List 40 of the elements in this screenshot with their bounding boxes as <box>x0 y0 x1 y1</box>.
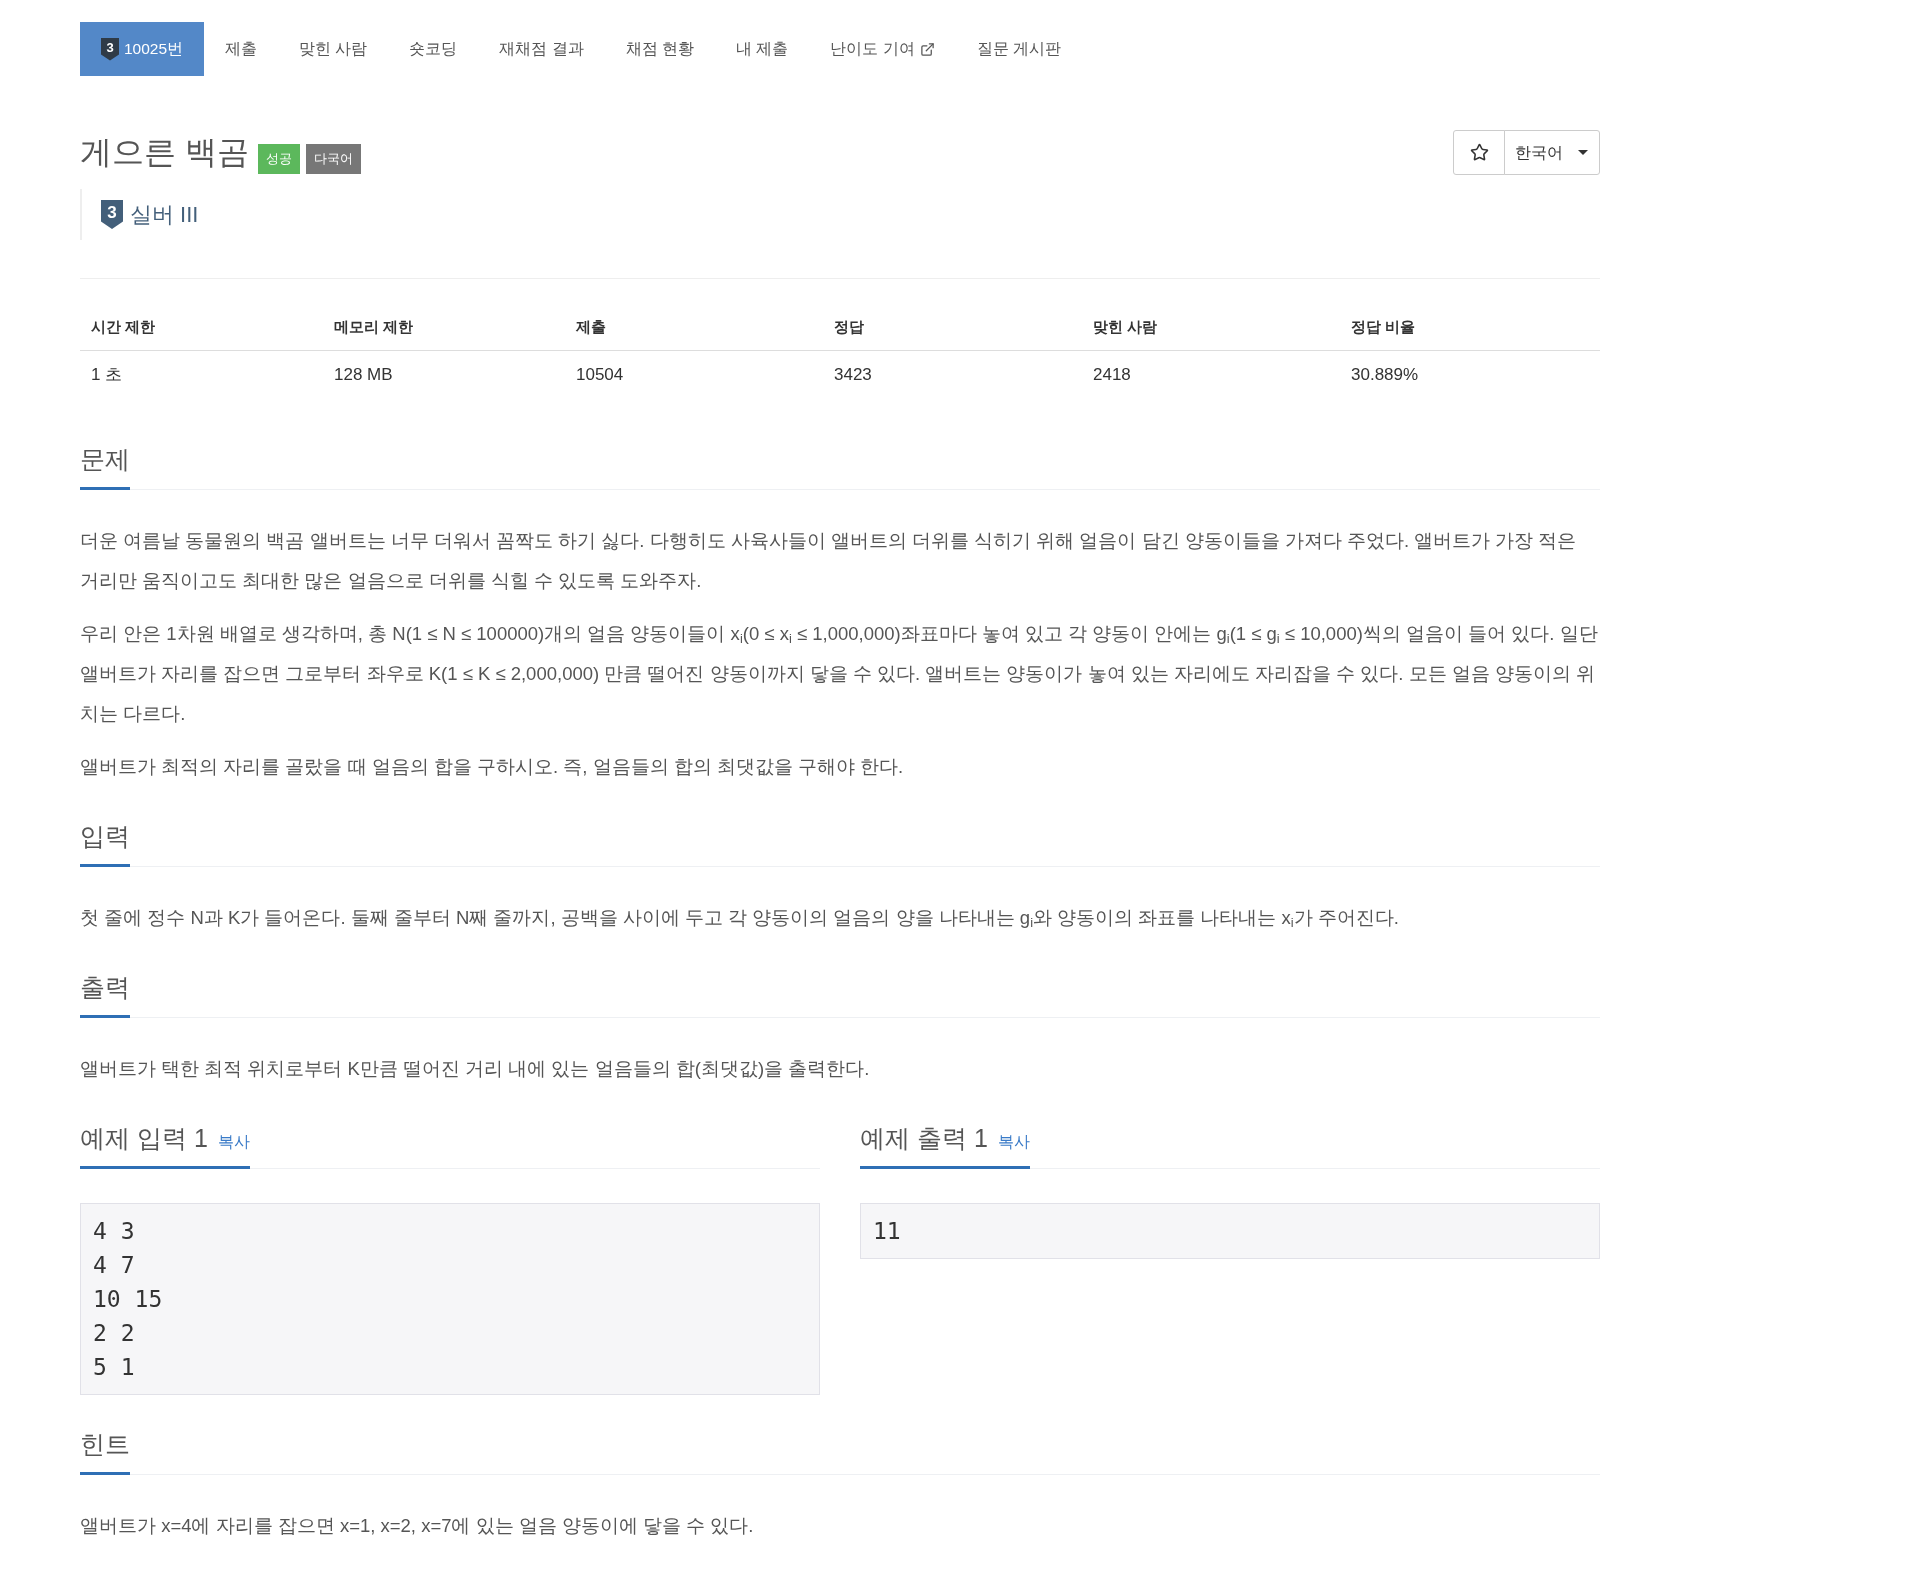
language-dropdown[interactable]: 한국어 <box>1504 130 1600 175</box>
tier-badge: 3 <box>101 200 123 229</box>
section-heading: 출력 <box>80 972 130 1003</box>
table-cell-text: 10504 <box>576 364 624 387</box>
tier-link[interactable]: 실버 III <box>130 198 199 231</box>
section-heading: 문제 <box>80 444 130 475</box>
table-cell-text: 2418 <box>1093 364 1131 387</box>
paragraph: 앨버트가 최적의 자리를 골랐을 때 얼음의 합을 구하시오. 즉, 얼음들의 합의 최댓값을 구해야 한다. <box>80 755 905 779</box>
table-header: 맞힌 사람 <box>1093 317 1158 337</box>
section-heading: 예제 출력 1 <box>860 1123 988 1154</box>
table-header: 정답 비율 <box>1351 317 1416 337</box>
external-link-icon <box>919 41 935 57</box>
problem-title: 게으른 백곰 <box>80 133 249 172</box>
code-block: 4 3 4 7 10 15 2 2 5 1 <box>80 1203 820 1395</box>
table-cell-text: 1 초 <box>91 364 123 387</box>
table-cell-text: 30.889% <box>1351 364 1419 387</box>
section-heading: 예제 입력 1 <box>80 1123 208 1154</box>
paragraph: 앨버트가 택한 최적 위치로부터 K만큼 떨어진 거리 내에 있는 얼음들의 합(최댓값)을 출력한다. <box>80 1057 871 1081</box>
table-cell-text: 128 MB <box>334 364 393 387</box>
status-badge: 성공 <box>257 143 300 174</box>
table-header: 메모리 제한 <box>334 317 414 337</box>
status-badge: 다국어 <box>305 143 361 174</box>
table-header: 제출 <box>576 317 606 337</box>
paragraph: 더운 여름날 동물원의 백곰 앨버트는 너무 더워서 꼼짝도 하기 싫다. 다행히도 사육사들이 앨버트의 더위를 식히기 위해 얼음이 담긴 양동이들을 가져다 주었다. 앨버트가 가장 적은 거리만 움직이고도 최대한 많은 얼음으로 더위를 식힐 수 있도록 도와주자. <box>80 529 1578 593</box>
paragraph: 첫 줄에 정수 N과 K가 들어온다. 둘째 줄부터 N째 줄까지, 공백을 사이에 두고 각 양동이의 얼음의 양을 나타내는 g$_{i}$와 양동이의 좌표를 나타내는 x$_{i}$가 주어진다. <box>80 906 1400 933</box>
section-heading: 입력 <box>80 821 130 852</box>
section-heading: 힌트 <box>80 1429 130 1460</box>
caret-icon <box>1578 150 1588 155</box>
tier-badge: 3 <box>101 37 119 61</box>
table-header: 정답 <box>834 317 864 337</box>
table-header: 시간 제한 <box>91 317 156 337</box>
table-cell-text: 3423 <box>834 364 872 387</box>
paragraph: 앨버트가 x=4에 자리를 잡으면 x=1, x=2, x=7에 있는 얼음 양동이에 닿을 수 있다. <box>80 1514 755 1538</box>
code-block: 11 <box>860 1203 1600 1259</box>
nav-tab[interactable]: 3 10025번 <box>80 22 205 76</box>
copy-link[interactable]: 복사 <box>217 1130 250 1154</box>
star-icon <box>1469 143 1489 162</box>
copy-link[interactable]: 복사 <box>997 1130 1030 1154</box>
paragraph: 우리 안은 1차원 배열로 생각하며, 총 N(1 ≤ N ≤ 100000)개의 얼음 양동이들이 x$_{i}$(0 ≤ x$_{i}$ ≤ 1,000,000)좌표마다 놓여 있고 각 양동이 안에는 g$_{i}$(1 ≤ g$_{i}$ ≤ 10,000)씩의 얼음이 들어 있다. 일단 앨버트가 자리를 잡으면 그로부터 좌우로 K(1 ≤ K ≤ 2,000,000) 만큼 떨어진 양동이까지 닿을 수 있다. 앨버트는 양동이가 놓여 있는 자리에도 자리잡을 수 있다. 모든 얼음 양동이의 위치는 다르다. <box>80 622 1599 726</box>
star-button[interactable] <box>1453 130 1505 175</box>
